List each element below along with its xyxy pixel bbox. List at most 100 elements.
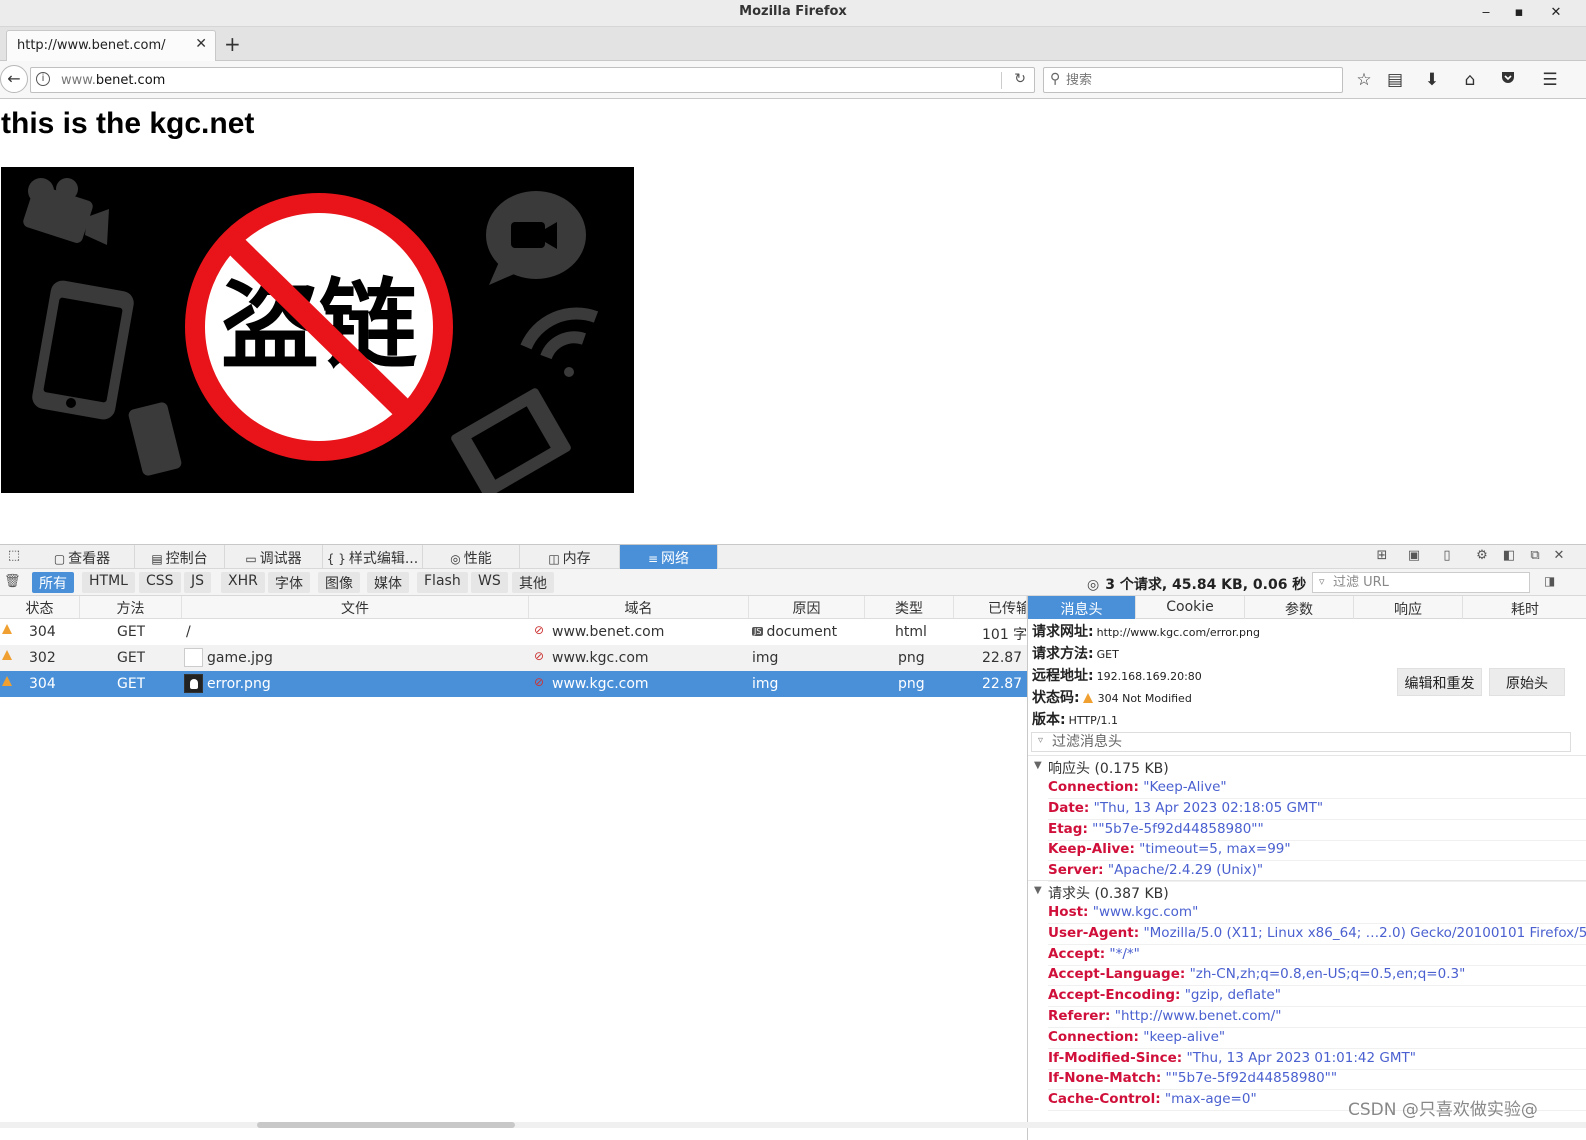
request-headers-section[interactable]: ▼ 请求头 (0.387 KB) [1028, 880, 1586, 902]
back-button[interactable]: ← [0, 65, 28, 93]
header-row[interactable]: User-Agent: "Mozilla/5.0 (X11; Linux x86… [1048, 925, 1586, 945]
clear-trash-icon[interactable]: 🗑 [4, 574, 21, 589]
url-text[interactable]: www.benet.com [61, 73, 165, 88]
col-transferred[interactable]: 已传输 [954, 596, 1027, 618]
col-cause[interactable]: 原因 [749, 596, 865, 618]
new-tab-button[interactable]: + [224, 32, 241, 56]
header-row[interactable]: Etag: ""5b7e-5f92d44858980"" [1048, 821, 1586, 841]
col-file[interactable]: 文件 [182, 596, 529, 618]
maximize-button[interactable]: ▪ [1509, 3, 1529, 23]
element-picker-icon[interactable]: ⬚ [2, 548, 26, 566]
tab-timings[interactable]: 耗时 [1463, 596, 1586, 619]
scratchpad-icon[interactable]: ▣ [1404, 548, 1424, 563]
search-input[interactable] [1066, 70, 1336, 90]
request-row[interactable]: 302 GET game.jpg ⊘ www.kgc.com img png 2… [0, 645, 1027, 671]
header-row[interactable]: Server: "Apache/2.4.29 (Unix)" [1048, 862, 1586, 883]
library-icon[interactable]: ▤ [1383, 68, 1407, 92]
row-method: GET [117, 676, 146, 692]
header-row[interactable]: Connection: "Keep-Alive" [1048, 779, 1586, 799]
headers-filter-input[interactable] [1052, 733, 1552, 751]
horizontal-scrollbar[interactable] [0, 1122, 1586, 1128]
filter-fonts[interactable]: 字体 [268, 572, 310, 593]
request-row-selected[interactable]: 304 GET error.png ⊘ www.kgc.com img png … [0, 671, 1027, 697]
download-icon[interactable]: ⬇ [1420, 68, 1444, 92]
col-type[interactable]: 类型 [865, 596, 954, 618]
filter-flash[interactable]: Flash [417, 572, 468, 593]
header-row[interactable]: Connection: "keep-alive" [1048, 1029, 1586, 1049]
row-file: error.png [207, 676, 271, 692]
toggle-sidebar-icon[interactable]: ◨ [1544, 574, 1555, 588]
site-info-icon[interactable]: i [36, 72, 50, 86]
col-domain[interactable]: 域名 [529, 596, 749, 618]
pocket-icon[interactable] [1496, 68, 1520, 92]
tab-inspector[interactable]: ▢ 查看器 [30, 545, 135, 569]
header-name: Accept-Language: [1048, 966, 1186, 983]
search-bar[interactable]: ⚲ [1043, 67, 1343, 93]
collapse-triangle-icon[interactable]: ▼ [1034, 885, 1042, 896]
filter-css[interactable]: CSS [139, 572, 181, 593]
request-details-panel: 消息头 Cookie 参数 响应 耗时 请求网址: http://www.kgc.… [1027, 596, 1586, 1140]
performance-analysis-icon[interactable]: ◎ [1087, 577, 1099, 593]
close-devtools-icon[interactable]: ✕ [1549, 548, 1569, 563]
scrollbar-thumb[interactable] [257, 1122, 515, 1128]
url-filter-box[interactable]: ▿ [1312, 572, 1530, 593]
header-row[interactable]: Referer: "http://www.benet.com/" [1048, 1008, 1586, 1028]
headers-filter-box[interactable]: ▿ [1031, 732, 1571, 752]
response-headers-section[interactable]: ▼ 响应头 (0.175 KB) [1028, 755, 1586, 777]
close-window-button[interactable]: ✕ [1546, 3, 1566, 23]
tab-debugger[interactable]: ▭ 调试器 [225, 545, 323, 569]
menu-icon[interactable]: ☰ [1538, 68, 1562, 92]
filter-other[interactable]: 其他 [512, 572, 554, 593]
header-row[interactable]: Accept: "*/*" [1048, 946, 1586, 966]
tab-performance[interactable]: ◎ 性能 [423, 545, 520, 569]
header-row[interactable]: Accept-Encoding: "gzip, deflate" [1048, 987, 1586, 1008]
browser-tab[interactable]: http://www.benet.com/ ✕ [6, 30, 216, 61]
tab-cookies[interactable]: Cookie [1136, 596, 1245, 619]
responsive-mode-icon[interactable]: ⊞ [1372, 548, 1392, 563]
header-row[interactable]: Date: "Thu, 13 Apr 2023 02:18:05 GMT" [1048, 800, 1586, 820]
row-type: png [898, 676, 925, 692]
request-url-row: 请求网址: http://www.kgc.com/error.png [1032, 624, 1260, 640]
tab-style-editor[interactable]: { } 样式编辑... [323, 545, 423, 569]
dock-side-icon[interactable]: ◧ [1499, 548, 1519, 563]
minimize-button[interactable]: ‒ [1476, 3, 1496, 23]
reload-icon[interactable]: ↻ [1014, 71, 1026, 87]
network-filter-bar: 🗑 所有 HTML CSS JS XHR 字体 图像 媒体 Flash WS 其… [0, 569, 1586, 596]
header-name: Date: [1048, 799, 1090, 816]
filter-images[interactable]: 图像 [318, 572, 360, 593]
collapse-triangle-icon[interactable]: ▼ [1034, 760, 1042, 771]
tab-headers[interactable]: 消息头 [1028, 596, 1136, 619]
tab-params[interactable]: 参数 [1245, 596, 1354, 619]
filter-funnel-icon: ▿ [1038, 735, 1044, 746]
edit-and-resend-button[interactable]: 编辑和重发 [1397, 668, 1482, 696]
undock-window-icon[interactable]: ⧉ [1525, 548, 1545, 563]
header-row[interactable]: If-Modified-Since: "Thu, 13 Apr 2023 01:… [1048, 1050, 1586, 1070]
header-value: ""5b7e-5f92d44858980"" [1165, 1070, 1338, 1087]
star-icon[interactable]: ☆ [1352, 68, 1376, 92]
home-icon[interactable]: ⌂ [1458, 68, 1482, 92]
header-row[interactable]: Keep-Alive: "timeout=5, max=99" [1048, 841, 1586, 862]
header-row[interactable]: If-None-Match: ""5b7e-5f92d44858980"" [1048, 1070, 1586, 1091]
raw-headers-button[interactable]: 原始头 [1489, 668, 1565, 696]
url-filter-input[interactable] [1333, 574, 1523, 591]
filter-html[interactable]: HTML [82, 572, 135, 593]
filter-js[interactable]: JS [184, 572, 212, 593]
url-bar[interactable]: i www.benet.com ↻ [30, 67, 1035, 93]
window-titlebar: Mozilla Firefox ‒ ▪ ✕ [0, 0, 1586, 27]
filter-xhr[interactable]: XHR [221, 572, 265, 593]
col-method[interactable]: 方法 [80, 596, 182, 618]
filter-all[interactable]: 所有 [32, 572, 74, 593]
tab-network[interactable]: ≡ 网络 [620, 545, 718, 569]
col-status[interactable]: 状态 [0, 596, 80, 618]
header-row[interactable]: Host: "www.kgc.com" [1048, 904, 1586, 924]
filter-ws[interactable]: WS [471, 572, 508, 593]
request-row[interactable]: 304 GET / ⊘ www.benet.com JS document htm… [0, 619, 1027, 645]
tab-console[interactable]: ▤ 控制台 [135, 545, 225, 569]
tab-memory[interactable]: ◫ 内存 [520, 545, 620, 569]
header-row[interactable]: Accept-Language: "zh-CN,zh;q=0.8,en-US;q… [1048, 966, 1586, 987]
screenshot-icon[interactable]: ▯ [1437, 548, 1457, 563]
tab-close-icon[interactable]: ✕ [195, 36, 207, 52]
settings-gear-icon[interactable]: ⚙ [1472, 548, 1492, 563]
filter-media[interactable]: 媒体 [367, 572, 409, 593]
tab-response[interactable]: 响应 [1354, 596, 1463, 619]
